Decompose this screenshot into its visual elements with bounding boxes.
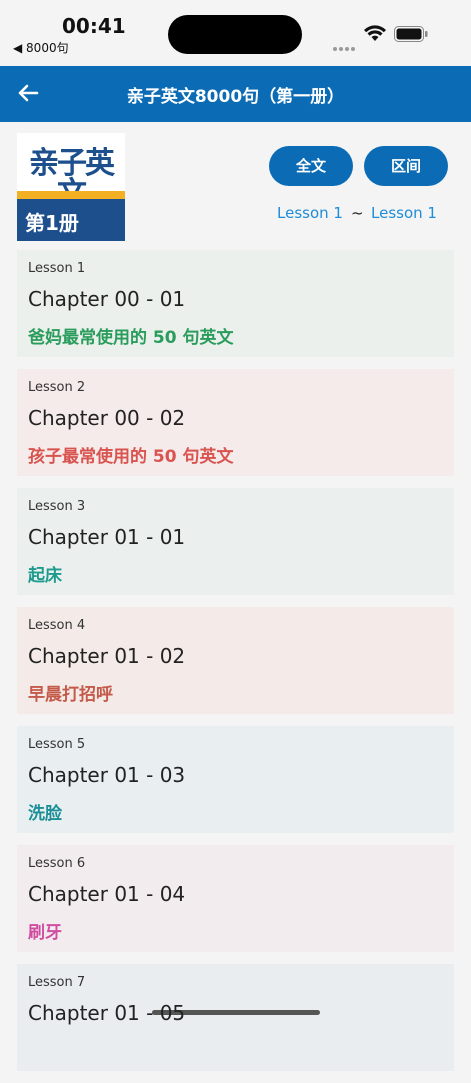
lesson-chapter: Chapter 00 - 01 — [28, 287, 186, 311]
lesson-number: Lesson 3 — [28, 499, 86, 514]
lesson-number: Lesson 5 — [28, 737, 86, 752]
book-cover-image: 亲子英文 第1册 — [17, 133, 125, 241]
range-separator: ~ — [351, 204, 364, 222]
lesson-number: Lesson 7 — [28, 975, 86, 990]
lesson-card[interactable]: Lesson 6 Chapter 01 - 04 刷牙 — [17, 845, 454, 952]
lesson-card[interactable]: Lesson 2 Chapter 00 - 02 孩子最常使用的 50 句英文 — [17, 369, 454, 476]
lesson-card[interactable]: Lesson 1 Chapter 00 - 01 爸妈最常使用的 50 句英文 — [17, 250, 454, 357]
lesson-chapter: Chapter 00 - 02 — [28, 406, 186, 430]
nav-bar: 亲子英文8000句（第一册） — [0, 66, 471, 122]
lesson-number: Lesson 1 — [28, 261, 86, 276]
range-end-link[interactable]: Lesson 1 — [371, 204, 437, 222]
lesson-card[interactable]: Lesson 3 Chapter 01 - 01 起床 — [17, 488, 454, 595]
signal-icon — [333, 36, 357, 51]
status-time: 00:41 — [62, 14, 126, 38]
battery-icon — [394, 26, 428, 42]
home-indicator[interactable] — [152, 1010, 320, 1015]
back-to-app-link[interactable]: ◀ 8000句 — [13, 39, 69, 56]
status-bar: 00:41 ◀ 8000句 — [0, 0, 471, 66]
lesson-subtitle: 洗脸 — [28, 804, 62, 824]
lesson-subtitle: 起床 — [28, 566, 62, 586]
lesson-number: Lesson 4 — [28, 618, 86, 633]
range-button[interactable]: 区间 — [364, 146, 448, 186]
full-text-button[interactable]: 全文 — [269, 146, 353, 186]
page-title: 亲子英文8000句（第一册） — [126, 87, 345, 107]
lesson-card[interactable]: Lesson 7 Chapter 01 - 05 — [17, 964, 454, 1071]
dynamic-island — [168, 15, 302, 54]
lesson-chapter: Chapter 01 - 02 — [28, 644, 186, 668]
lesson-subtitle: 早晨打招呼 — [28, 685, 113, 705]
lesson-subtitle: 爸妈最常使用的 50 句英文 — [28, 328, 234, 348]
lesson-subtitle: 刷牙 — [28, 923, 62, 943]
lesson-list: Lesson 1 Chapter 00 - 01 爸妈最常使用的 50 句英文 … — [17, 250, 454, 1083]
book-cover-volume: 第1册 — [25, 211, 79, 235]
lesson-chapter: Chapter 01 - 01 — [28, 525, 186, 549]
lesson-chapter: Chapter 01 - 04 — [28, 882, 186, 906]
lesson-chapter: Chapter 01 - 03 — [28, 763, 186, 787]
range-start-link[interactable]: Lesson 1 — [277, 204, 343, 222]
lesson-card[interactable]: Lesson 5 Chapter 01 - 03 洗脸 — [17, 726, 454, 833]
lesson-number: Lesson 6 — [28, 856, 86, 871]
lesson-card[interactable]: Lesson 4 Chapter 01 - 02 早晨打招呼 — [17, 607, 454, 714]
lesson-subtitle: 孩子最常使用的 50 句英文 — [28, 447, 234, 467]
lesson-number: Lesson 2 — [28, 380, 86, 395]
wifi-icon — [364, 25, 386, 41]
